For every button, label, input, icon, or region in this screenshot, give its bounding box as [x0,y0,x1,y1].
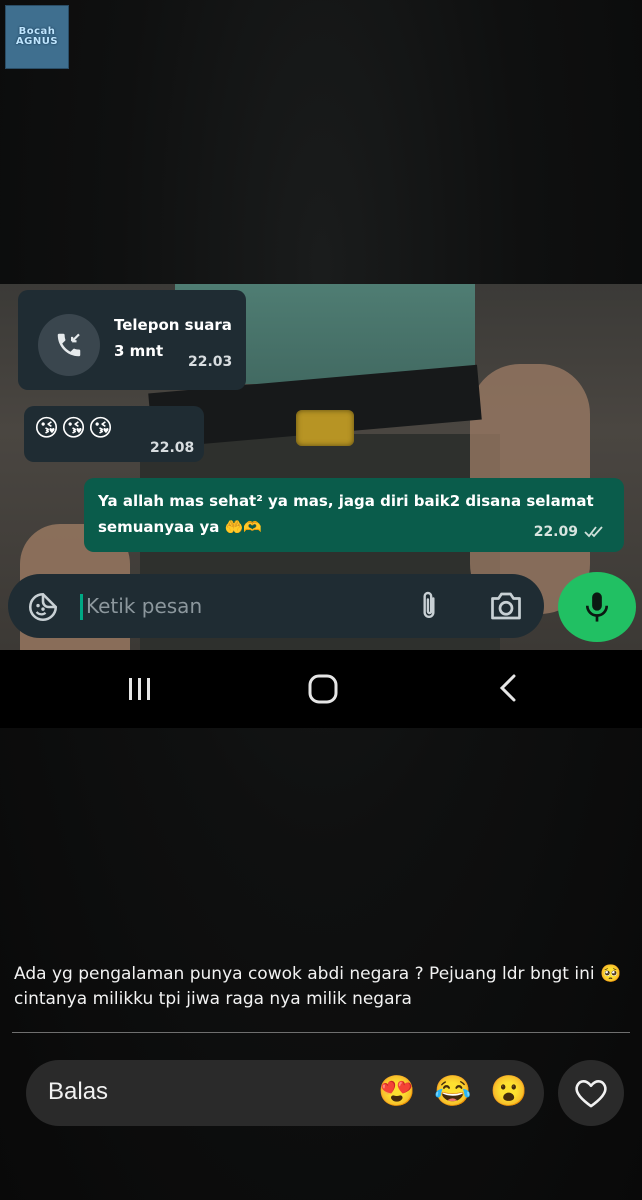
emoji-message-time: 22.08 [150,440,195,456]
heart-icon [575,1080,607,1108]
like-button[interactable] [558,1060,624,1126]
caption-divider [12,1032,630,1033]
reply-input[interactable]: Balas 😍 😂 😮 [26,1060,544,1126]
reply-placeholder: Balas [48,1078,109,1105]
outgoing-message-meta: 22.09 [534,524,608,540]
voice-message-button[interactable] [558,572,636,642]
sticker-icon[interactable] [26,590,60,624]
microphone-icon [585,592,609,622]
back-icon[interactable] [494,670,524,706]
double-check-icon [584,526,603,538]
emoji-message-text: 😘😘😘 [34,414,116,442]
message-input-bar[interactable]: Ketik pesan [8,574,544,638]
call-bubble[interactable]: Telepon suara 3 mnt 22.03 [18,290,246,390]
watermark-logo: Bocah AGNUS [5,5,69,69]
react-wow-button[interactable]: 😮 [490,1074,527,1110]
outgoing-message-time: 22.09 [533,524,578,540]
home-icon[interactable] [305,670,341,706]
watermark-line2: AGNUS [15,36,59,47]
outgoing-message-text: Ya allah mas sehat² ya mas, jaga diri ba… [98,492,594,536]
chat-screenshot: Telepon suara 3 mnt 22.03 😘😘😘 22.08 Ya a… [0,284,642,650]
call-time: 22.03 [188,354,233,370]
story-caption: Ada yg pengalaman punya cowok abdi negar… [14,964,622,1009]
call-incoming-icon [38,314,100,376]
message-input[interactable]: Ketik pesan [86,594,202,618]
text-cursor [80,594,83,620]
react-heart-eyes-button[interactable]: 😍 [378,1074,415,1110]
photo-buckle [296,410,354,446]
camera-icon[interactable] [488,590,524,622]
attachment-icon[interactable] [416,588,442,624]
react-laugh-button[interactable]: 😂 [434,1074,471,1110]
call-duration: 3 mnt [114,342,164,360]
outgoing-message-bubble[interactable]: Ya allah mas sehat² ya mas, jaga diri ba… [84,478,624,552]
android-navigation-bar [0,650,642,728]
call-title: Telepon suara [114,316,232,334]
recent-apps-icon[interactable] [124,670,156,706]
emoji-message-bubble[interactable]: 😘😘😘 22.08 [24,406,204,462]
